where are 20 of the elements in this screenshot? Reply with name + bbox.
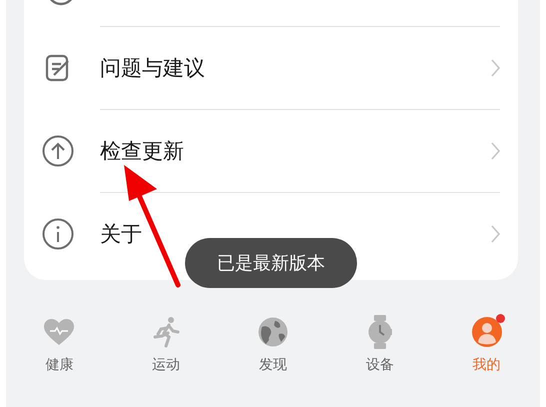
- tab[interactable]: 健康: [6, 314, 113, 374]
- menu-label: 检查更新: [100, 138, 185, 164]
- heart-icon: [43, 318, 76, 346]
- menu-label: 问题与建议: [100, 54, 206, 82]
- tab[interactable]: 运动: [112, 314, 220, 374]
- watch-icon: [368, 315, 392, 349]
- menu-label: 关于: [100, 220, 143, 248]
- tab[interactable]: 设备: [326, 314, 434, 374]
- chevron-icon: [491, 224, 500, 242]
- chevron-icon: [491, 142, 500, 160]
- runner-icon: [152, 316, 180, 348]
- chevron-icon: [491, 58, 500, 76]
- toast-message: 已是最新版本: [185, 238, 357, 288]
- menu-item[interactable]: 问题与建议: [24, 26, 518, 109]
- tab[interactable]: 发现: [220, 314, 326, 374]
- info-icon: [42, 218, 74, 250]
- globe-icon: [258, 317, 288, 347]
- profile-icon: [472, 317, 502, 347]
- menu-item[interactable]: 检查更新: [24, 109, 518, 192]
- tab[interactable]: 我的: [433, 314, 540, 374]
